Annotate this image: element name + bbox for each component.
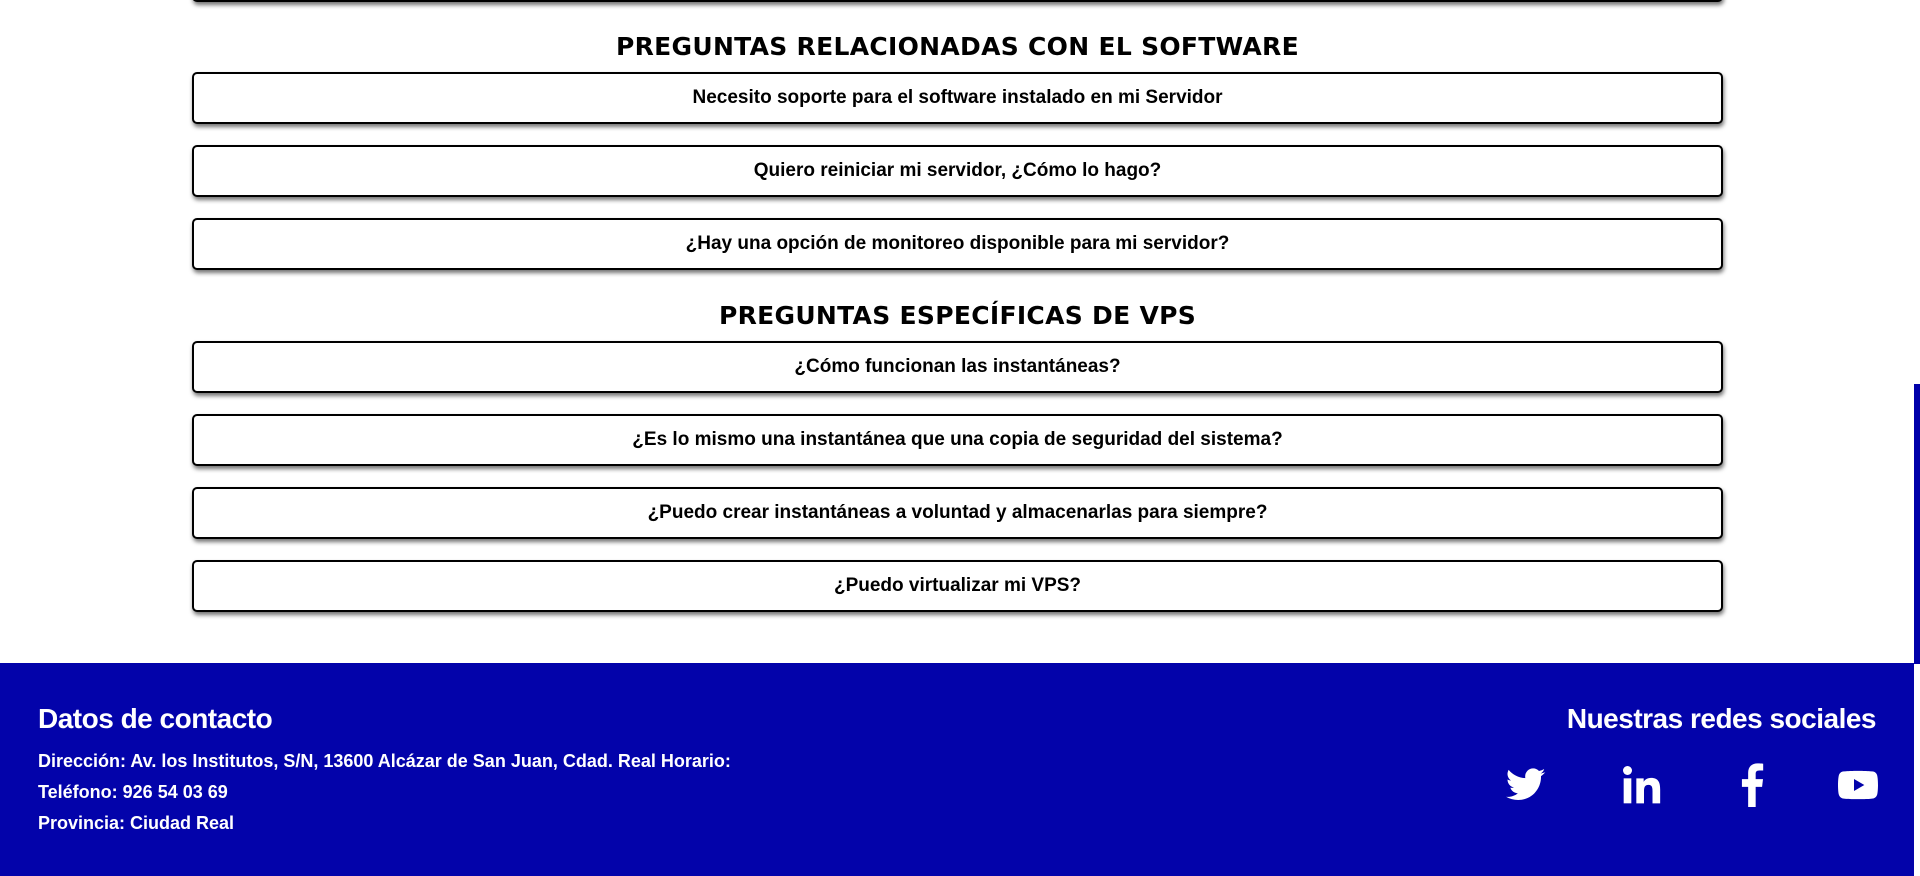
faq-question[interactable]: ¿Puedo virtualizar mi VPS? — [192, 560, 1723, 612]
contact-phone: Teléfono: 926 54 03 69 — [38, 782, 228, 802]
social-title: Nuestras redes sociales — [1566, 703, 1877, 734]
section-title-software: PREGUNTAS RELACIONADAS CON EL SOFTWARE — [615, 32, 1299, 61]
footer: Datos de contacto Dirección: Av. los Ins… — [0, 663, 1914, 876]
faq-question[interactable]: ¿Puedo crear instantáneas a voluntad y a… — [192, 487, 1723, 539]
contact-address: Dirección: Av. los Institutos, S/N, 1360… — [38, 751, 731, 771]
facebook-icon[interactable] — [1730, 763, 1774, 807]
faq-question[interactable]: ¿Cómo funcionan las instantáneas? — [192, 341, 1723, 393]
twitter-icon[interactable] — [1504, 763, 1548, 807]
faq-question[interactable]: Quiero reiniciar mi servidor, ¿Cómo lo h… — [192, 145, 1723, 197]
faq-question[interactable]: Necesito soporte para el software instal… — [192, 72, 1723, 124]
scrollbar-thumb[interactable] — [1914, 384, 1920, 664]
contact-province: Provincia: Ciudad Real — [38, 813, 235, 833]
linkedin-icon[interactable] — [1620, 763, 1664, 807]
youtube-icon[interactable] — [1836, 763, 1880, 807]
section-title-vps: PREGUNTAS ESPECÍFICAS DE VPS — [718, 301, 1197, 330]
faq-question-partial[interactable] — [192, 0, 1723, 2]
contact-title: Datos de contacto — [38, 703, 273, 734]
faq-question[interactable]: ¿Hay una opción de monitoreo disponible … — [192, 218, 1723, 270]
faq-question[interactable]: ¿Es lo mismo una instantánea que una cop… — [192, 414, 1723, 466]
